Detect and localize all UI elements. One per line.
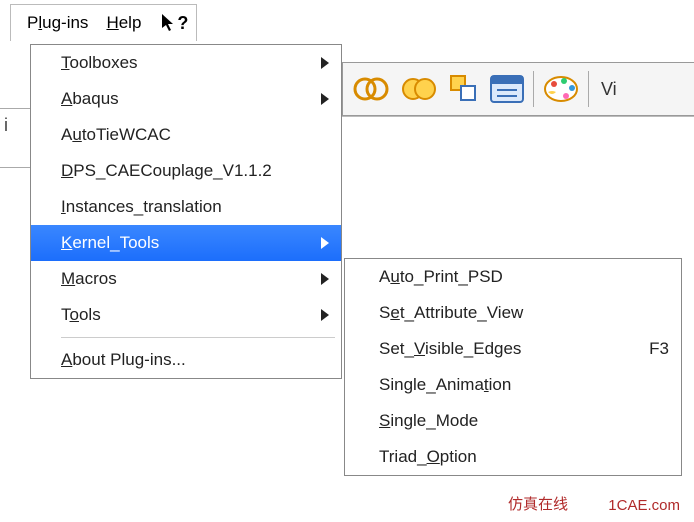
kernel-tools-submenu: Auto_Print_PSD Set_Attribute_View Set_Vi…	[344, 258, 682, 476]
submenu-item-triad-option[interactable]: Triad_Option	[345, 439, 681, 475]
submenu-item-single-animation[interactable]: Single_Animation	[345, 367, 681, 403]
menu-item-about-plugins[interactable]: About Plug-ins...	[31, 342, 341, 378]
venn-outline-icon[interactable]	[351, 75, 391, 103]
toolbar-bottom-border	[342, 116, 694, 117]
submenu-arrow-icon	[321, 57, 329, 69]
watermark-text-site: 1CAE.com	[608, 497, 680, 514]
menu-item-macros[interactable]: Macros	[31, 261, 341, 297]
cursor-icon	[161, 13, 175, 33]
menu-item-tools[interactable]: Tools	[31, 297, 341, 333]
submenu-arrow-icon	[321, 237, 329, 249]
plugins-menu: Toolboxes Abaqus AutoTieWCAC DPS_CAECoup…	[30, 44, 342, 379]
submenu-item-set-attribute-view[interactable]: Set_Attribute_View	[345, 295, 681, 331]
menu-plugins-post: ug-ins	[42, 13, 88, 32]
watermark-text-cn: 仿真在线	[508, 493, 568, 514]
toolbar-separator-2	[588, 71, 589, 107]
menu-item-instances-translation[interactable]: Instances_translation	[31, 189, 341, 225]
toolbar-vi-label[interactable]: Vi	[601, 79, 617, 100]
menu-item-autotiewcac[interactable]: AutoTieWCAC	[31, 117, 341, 153]
menu-help[interactable]: Help	[98, 11, 149, 35]
menu-plugins-pre: P	[27, 13, 38, 32]
submenu-arrow-icon	[321, 93, 329, 105]
menu-plugins[interactable]: Plug-ins	[19, 11, 96, 35]
submenu-item-single-mode[interactable]: Single_Mode	[345, 403, 681, 439]
menu-item-abaqus[interactable]: Abaqus	[31, 81, 341, 117]
menu-separator	[61, 337, 335, 338]
submenu-item-auto-print-psd[interactable]: Auto_Print_PSD	[345, 259, 681, 295]
left-dock: i	[0, 108, 30, 168]
toolbar-separator	[533, 71, 534, 107]
accelerator-key: F3	[649, 339, 669, 359]
color-palette-icon[interactable]	[542, 74, 580, 104]
venn-filled-icon[interactable]	[399, 75, 439, 103]
question-icon: ?	[177, 13, 188, 34]
menubar: Plug-ins Help ?	[10, 4, 197, 41]
left-dock-label: i	[4, 115, 8, 135]
menu-item-dps-caecouplage[interactable]: DPS_CAECouplage_V1.1.2	[31, 153, 341, 189]
menu-item-toolboxes[interactable]: Toolboxes	[31, 45, 341, 81]
menu-help-post: elp	[119, 13, 142, 32]
properties-panel-icon[interactable]	[489, 74, 525, 104]
shape-partition-icon[interactable]	[447, 74, 481, 104]
toolbar: Vi	[342, 62, 694, 116]
context-help-button[interactable]: ?	[161, 13, 188, 34]
menu-help-u: H	[106, 13, 118, 32]
menu-item-kernel-tools[interactable]: Kernel_Tools	[31, 225, 341, 261]
submenu-arrow-icon	[321, 309, 329, 321]
submenu-item-set-visible-edges[interactable]: Set_Visible_Edges F3	[345, 331, 681, 367]
submenu-arrow-icon	[321, 273, 329, 285]
